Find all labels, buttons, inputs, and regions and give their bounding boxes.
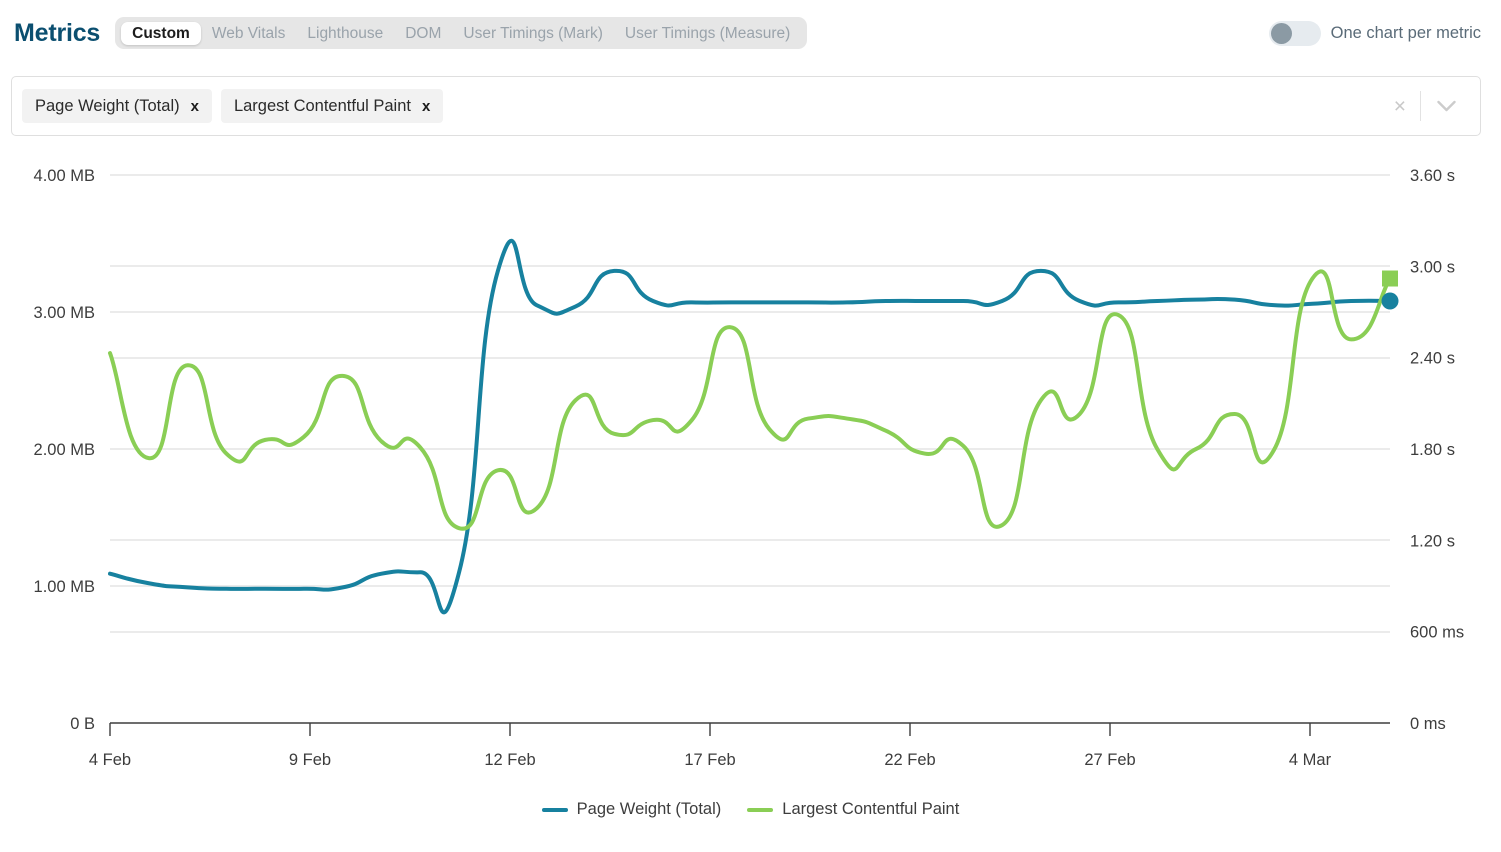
end-marker-square [1382,270,1398,287]
left-axis-tick: 1.00 MB [34,578,95,596]
left-axis-tick: 3.00 MB [34,304,95,322]
one-chart-per-metric-label: One chart per metric [1330,23,1481,42]
chip-remove-icon[interactable]: x [422,99,430,114]
chart-legend: Page Weight (Total) Largest Contentful P… [0,800,1501,819]
x-axis-tick: 4 Mar [1289,751,1332,769]
legend-swatch [747,807,774,812]
tab-custom[interactable]: Custom [121,21,201,45]
right-axis-tick: 2.40 s [1410,350,1455,368]
chip-page-weight-total[interactable]: Page Weight (Total) x [22,89,212,123]
x-axis-tick: 9 Feb [289,751,331,769]
x-axis-tick: 27 Feb [1084,751,1135,769]
chip-remove-icon[interactable]: x [191,99,199,114]
tab-user-timings-measure[interactable]: User Timings (Measure) [614,22,801,45]
chip-label: Largest Contentful Paint [233,96,411,115]
right-axis-tick: 600 ms [1410,624,1464,642]
one-chart-per-metric-control: One chart per metric [1268,20,1487,46]
chip-largest-contentful-paint[interactable]: Largest Contentful Paint x [220,89,444,123]
right-axis-tick: 1.20 s [1410,532,1455,550]
metric-select-field[interactable]: Page Weight (Total) x Largest Contentful… [11,76,1481,136]
tab-web-vitals[interactable]: Web Vitals [201,22,297,45]
legend-item-page-weight-total[interactable]: Page Weight (Total) [541,800,722,819]
x-axis-tick: 12 Feb [484,751,535,769]
tab-dom[interactable]: DOM [394,22,452,45]
select-controls: × [1380,89,1470,123]
left-axis-tick: 2.00 MB [34,441,95,459]
tab-lighthouse[interactable]: Lighthouse [296,22,394,45]
end-marker-circle [1381,292,1399,310]
right-axis-tick: 1.80 s [1410,441,1455,459]
x-axis-tick-labels: 4 Feb 9 Feb 12 Feb 17 Feb 22 Feb 27 Feb 4 Mar [89,751,1332,769]
legend-swatch [541,807,568,812]
left-axis-tick-labels: 0 B 1.00 MB 2.00 MB 3.00 MB 4.00 MB [34,167,95,733]
metrics-header: Metrics Custom Web Vitals Lighthouse DOM… [0,0,1501,66]
left-axis-tick: 4.00 MB [34,167,95,185]
chip-label: Page Weight (Total) [35,96,180,115]
clear-all-icon[interactable]: × [1380,96,1420,117]
legend-label: Page Weight (Total) [576,800,722,818]
x-axis [109,722,1390,736]
legend-item-largest-contentful-paint[interactable]: Largest Contentful Paint [747,800,959,819]
x-axis-tick: 17 Feb [684,751,735,769]
legend-label: Largest Contentful Paint [782,800,960,818]
right-axis-tick: 0 ms [1410,715,1446,733]
chart-canvas: 0 B 1.00 MB 2.00 MB 3.00 MB 4.00 MB 0 ms 600 … [34,167,1465,769]
page-title: Metrics [14,18,101,47]
chart-series-lines [108,238,1392,615]
chart-gridlines [110,174,1390,633]
chevron-down-icon[interactable] [1421,100,1470,112]
x-axis-tick: 22 Feb [884,751,935,769]
right-axis-tick-labels: 0 ms 600 ms 1.20 s 1.80 s 2.40 s 3.00 s 3.60 s [1410,167,1464,733]
left-axis-tick: 0 B [70,715,95,733]
series-line-largest-contentful-paint [108,269,1392,531]
metric-category-tabs: Custom Web Vitals Lighthouse DOM User Ti… [115,17,808,49]
metrics-chart[interactable]: 0 B 1.00 MB 2.00 MB 3.00 MB 4.00 MB 0 ms 600 … [0,145,1501,795]
x-axis-tick: 4 Feb [89,751,131,769]
tab-user-timings-mark[interactable]: User Timings (Mark) [452,22,614,45]
series-line-page-weight-total [108,238,1392,615]
right-axis-tick: 3.60 s [1410,167,1455,185]
toggle-knob [1270,22,1292,44]
right-axis-tick: 3.00 s [1410,258,1455,276]
one-chart-per-metric-toggle[interactable] [1268,20,1321,46]
